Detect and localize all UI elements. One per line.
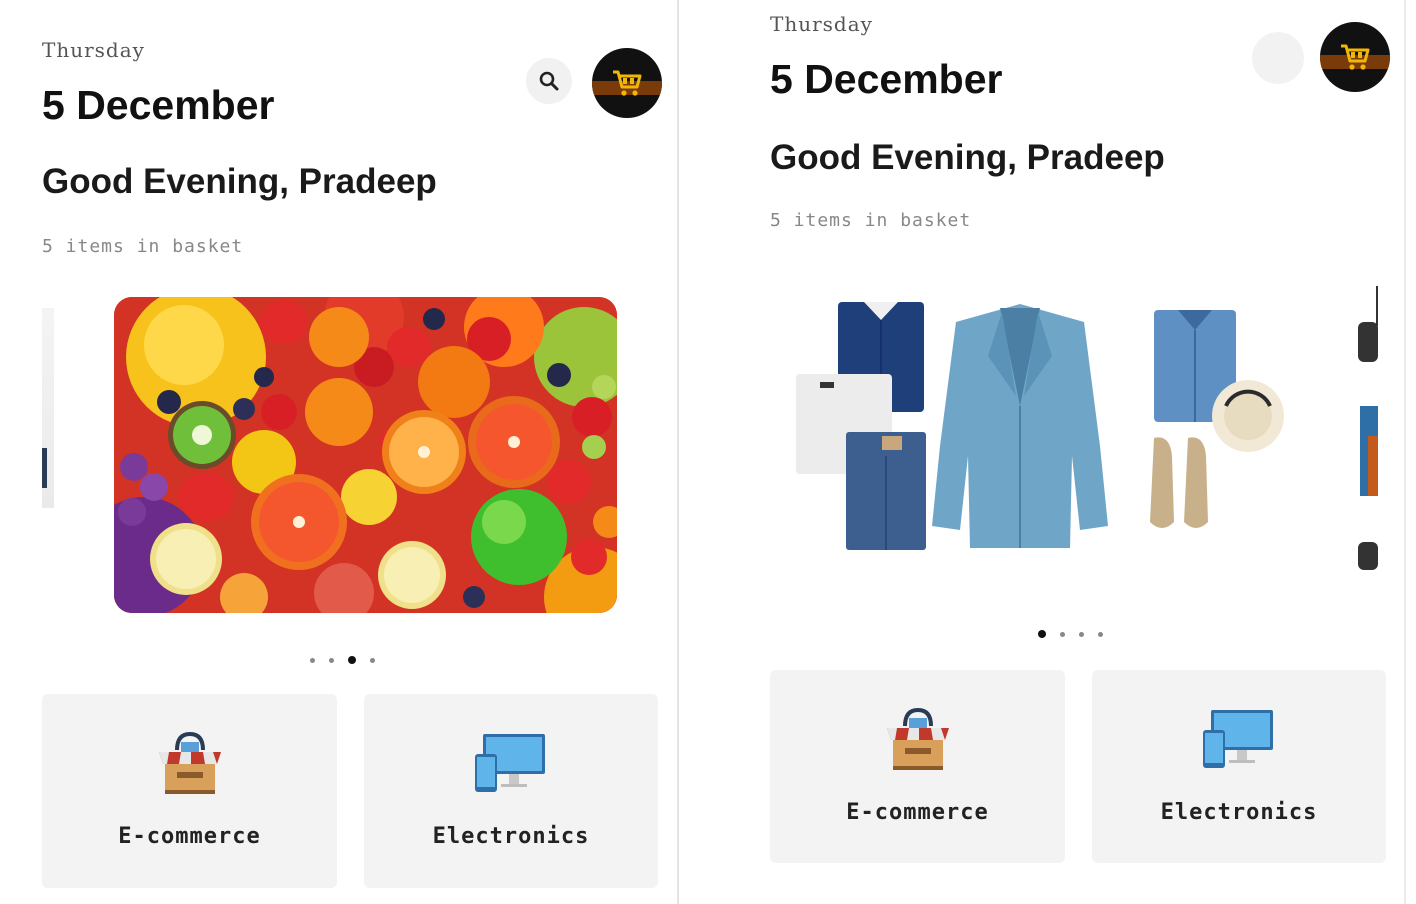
screen-divider	[677, 0, 679, 904]
category-card-ecommerce[interactable]: E-commerce	[770, 670, 1065, 863]
search-icon	[539, 71, 559, 91]
cart-icon	[1341, 44, 1370, 70]
subtitle: 5 items in basket	[42, 236, 244, 257]
shop-icon	[158, 731, 221, 794]
category-label: E-commerce	[846, 800, 989, 825]
greeting: Good Evening, Pradeep	[42, 162, 437, 201]
search-button[interactable]	[1252, 32, 1304, 84]
devices-icon	[1203, 710, 1273, 768]
carousel-prev-peek[interactable]	[40, 308, 56, 508]
cart-icon	[613, 70, 642, 96]
carousel-dot-active[interactable]	[348, 656, 356, 664]
category-label: E-commerce	[118, 824, 261, 849]
carousel-dot-active[interactable]	[1038, 630, 1046, 638]
carousel-next-peek[interactable]	[1358, 286, 1380, 576]
subtitle: 5 items in basket	[770, 210, 972, 231]
carousel-dot[interactable]	[329, 657, 334, 663]
carousel-dot[interactable]	[1098, 631, 1103, 637]
phone-screen-right: Thursday 5 December Good Evening, Pradee…	[680, 0, 1416, 904]
day-label: Thursday	[770, 12, 873, 36]
carousel-dot[interactable]	[1060, 631, 1065, 637]
banner-fruits[interactable]	[114, 297, 617, 613]
fruits-image	[114, 297, 617, 613]
category-label: Electronics	[432, 824, 590, 849]
category-card-electronics[interactable]: Electronics	[1092, 670, 1386, 863]
day-label: Thursday	[42, 38, 145, 62]
cart-button[interactable]	[592, 48, 662, 118]
date-heading: 5 December	[42, 82, 275, 128]
cart-button[interactable]	[1320, 22, 1390, 92]
carousel-dot[interactable]	[310, 657, 315, 663]
date-heading: 5 December	[770, 56, 1003, 102]
carousel-dots	[1038, 630, 1103, 638]
greeting: Good Evening, Pradeep	[770, 138, 1165, 177]
screen-edge	[1404, 0, 1406, 904]
category-label: Electronics	[1160, 800, 1318, 825]
shop-icon	[886, 707, 949, 770]
clothing-image	[796, 302, 1284, 550]
phone-screen-left: Thursday 5 December Good Evening, Pradee…	[0, 0, 676, 904]
banner-clothing[interactable]	[780, 286, 1300, 576]
devices-icon	[475, 734, 545, 792]
carousel-dot[interactable]	[370, 657, 375, 663]
search-button[interactable]	[526, 58, 572, 104]
category-card-ecommerce[interactable]: E-commerce	[42, 694, 337, 888]
carousel-dot[interactable]	[1079, 631, 1084, 637]
carousel-dots	[310, 656, 375, 664]
category-card-electronics[interactable]: Electronics	[364, 694, 658, 888]
